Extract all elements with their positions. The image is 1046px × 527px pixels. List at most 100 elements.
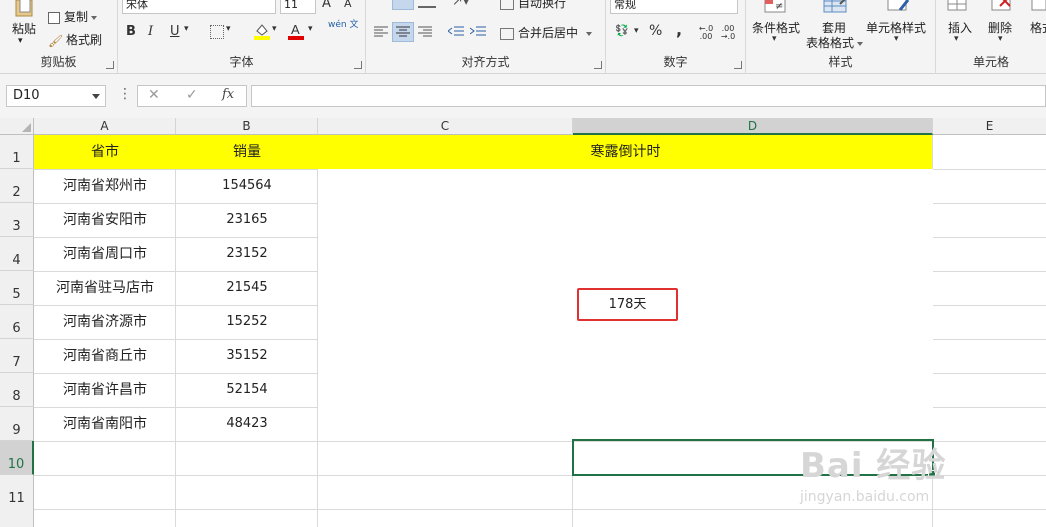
fill-color-icon[interactable] [254, 22, 270, 40]
paste-button[interactable]: 粘贴 [12, 20, 36, 37]
increase-decimal-button[interactable]: ←.0 .00 [696, 25, 716, 41]
clipboard-group-label: 剪贴板 [40, 55, 77, 69]
font-color-dropdown-icon[interactable]: ▾ [308, 24, 313, 34]
align-center-button[interactable] [392, 22, 414, 42]
row-header-3[interactable]: 3 [0, 203, 34, 237]
comma-button[interactable]: , [676, 20, 682, 39]
underline-button[interactable]: U [170, 24, 180, 39]
phonetic-button[interactable]: wén 文 [328, 20, 358, 30]
column-header-d[interactable]: D [573, 118, 933, 135]
delete-dropdown-icon[interactable]: ▾ [998, 34, 1003, 44]
column-header-c[interactable]: C [318, 118, 573, 135]
table-dropdown-icon [857, 41, 864, 46]
borders-icon[interactable] [210, 25, 224, 39]
table-row-city[interactable]: 河南省商丘市 [34, 339, 176, 373]
table-row-sales[interactable]: 52154 [176, 373, 318, 407]
table-row-city[interactable]: 河南省南阳市 [34, 407, 176, 441]
formula-input[interactable] [251, 85, 1046, 107]
format-cells-button[interactable]: 格式 [1030, 19, 1046, 36]
fill-color-dropdown-icon[interactable]: ▾ [272, 24, 277, 34]
underline-dropdown-icon[interactable]: ▾ [184, 24, 189, 34]
countdown-value[interactable]: 178天 [577, 288, 678, 321]
row-header-7[interactable]: 7 [0, 339, 34, 373]
table-row-sales[interactable]: 23165 [176, 203, 318, 237]
cancel-icon[interactable]: ✕ [148, 87, 160, 103]
column-header-a[interactable]: A [34, 118, 176, 135]
number-format-select[interactable]: 常规 [610, 0, 738, 14]
table-row-city[interactable]: 河南省许昌市 [34, 373, 176, 407]
paste-dropdown-icon[interactable]: ▾ [18, 36, 23, 46]
header-cell-countdown[interactable]: 寒露倒计时 [318, 135, 933, 169]
align-left-button[interactable] [374, 25, 388, 39]
cell-styles-dropdown-icon[interactable]: ▾ [894, 34, 899, 44]
shrink-font-button[interactable]: A [344, 0, 352, 10]
table-row-city[interactable]: 河南省济源市 [34, 305, 176, 339]
name-box[interactable]: D10 [6, 85, 106, 107]
conditional-dropdown-icon[interactable]: ▾ [772, 34, 777, 44]
enter-icon[interactable]: ✓ [186, 87, 198, 103]
table-row-sales[interactable]: 23152 [176, 237, 318, 271]
copy-button[interactable]: 复制 [48, 8, 98, 25]
row-header-2[interactable]: 2 [0, 169, 34, 203]
font-color-icon[interactable]: A [288, 22, 304, 40]
clipboard-launcher-icon[interactable] [106, 61, 114, 69]
align-middle-button[interactable] [392, 0, 414, 10]
format-painter-icon: 🖌 [48, 33, 64, 48]
svg-text:≠: ≠ [775, 1, 783, 12]
table-row-city[interactable]: 河南省郑州市 [34, 169, 176, 203]
format-painter-button[interactable]: 🖌 格式刷 [48, 31, 102, 48]
grow-font-button[interactable]: A [322, 0, 331, 11]
format-as-table-button[interactable]: 表格格式 [806, 34, 864, 51]
table-row-city[interactable]: 河南省安阳市 [34, 203, 176, 237]
format-as-table-label: 表格格式 [806, 36, 855, 50]
table-row-city[interactable]: 河南省周口市 [34, 237, 176, 271]
insert-dropdown-icon[interactable]: ▾ [954, 34, 959, 44]
paste-icon[interactable] [10, 0, 38, 18]
format-as-table-icon [822, 0, 848, 16]
alignment-launcher-icon[interactable] [594, 61, 602, 69]
table-row-sales[interactable]: 15252 [176, 305, 318, 339]
percent-button[interactable]: % [649, 23, 662, 39]
table-row-sales[interactable]: 21545 [176, 271, 318, 305]
decrease-indent-icon[interactable] [447, 25, 464, 39]
align-bottom-button[interactable] [418, 0, 436, 8]
insert-function-icon[interactable]: fx [222, 87, 234, 102]
cells-group-label: 单元格 [972, 55, 1009, 69]
row-header-8[interactable]: 8 [0, 373, 34, 407]
table-row-sales[interactable]: 35152 [176, 339, 318, 373]
borders-dropdown-icon[interactable]: ▾ [226, 24, 231, 34]
orientation-icon[interactable]: ↗▾ [452, 0, 469, 9]
table-row-city[interactable]: 河南省驻马店市 [34, 271, 176, 305]
number-launcher-icon[interactable] [734, 61, 742, 69]
align-right-button[interactable] [418, 25, 432, 39]
italic-button[interactable]: I [148, 24, 153, 39]
header-cell-province-city[interactable]: 省市 [34, 135, 176, 169]
more-options-icon[interactable]: ⋮ [118, 86, 132, 102]
merge-center-button[interactable]: 合并后居中 [500, 24, 593, 41]
row-header-9[interactable]: 9 [0, 407, 34, 441]
row-header-4[interactable]: 4 [0, 237, 34, 271]
select-all-corner[interactable] [0, 118, 34, 135]
column-header-b[interactable]: B [176, 118, 318, 135]
accounting-format-icon[interactable]: 💱 [612, 24, 632, 40]
row-header-10[interactable]: 10 [0, 441, 34, 475]
font-name-select[interactable]: 宋体 [122, 0, 276, 14]
wrap-text-button[interactable]: 自动换行 [500, 0, 566, 11]
row-header-5[interactable]: 5 [0, 271, 34, 305]
table-row-sales[interactable]: 154564 [176, 169, 318, 203]
table-row-sales[interactable]: 48423 [176, 407, 318, 441]
bold-button[interactable]: B [126, 24, 136, 39]
accounting-dropdown-icon[interactable]: ▾ [634, 26, 639, 36]
name-box-dropdown-icon[interactable] [92, 94, 100, 99]
increase-indent-icon[interactable] [469, 25, 486, 39]
decrease-decimal-button[interactable]: .00 →.0 [718, 25, 738, 41]
font-group-label: 字体 [229, 55, 254, 69]
column-header-e[interactable]: E [933, 118, 1046, 135]
row-header-1[interactable]: 1 [0, 135, 34, 169]
row-header-11[interactable]: 11 [0, 475, 34, 527]
row-header-6[interactable]: 6 [0, 305, 34, 339]
font-size-select[interactable]: 11 [280, 0, 316, 14]
header-cell-sales[interactable]: 销量 [176, 135, 318, 169]
insert-button[interactable]: 插入 [948, 19, 972, 36]
font-launcher-icon[interactable] [354, 61, 362, 69]
